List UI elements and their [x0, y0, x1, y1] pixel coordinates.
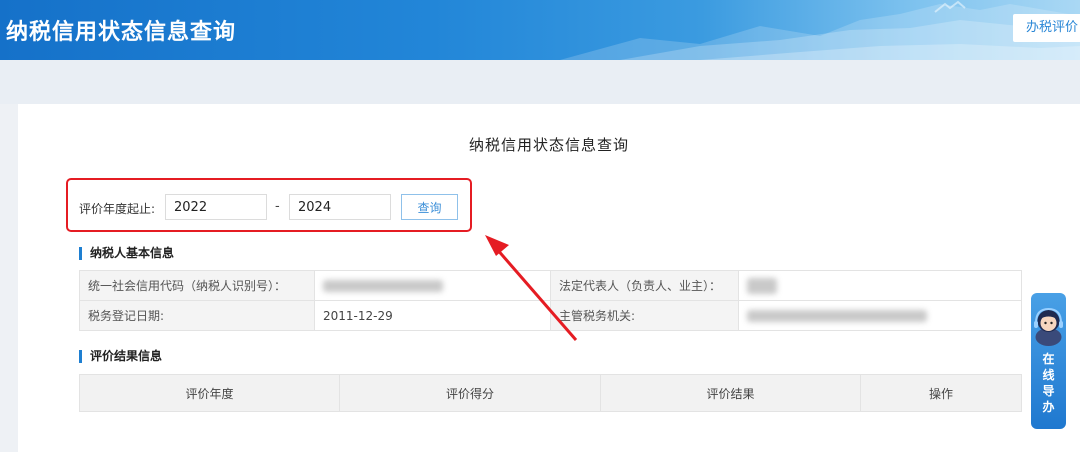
- end-year-input[interactable]: [289, 194, 391, 220]
- result-section-title: 评价结果信息: [79, 350, 162, 363]
- app-header: 纳税信用状态信息查询 办税评价: [0, 0, 1080, 60]
- column-header: 操作: [860, 374, 1022, 412]
- year-range-label: 评价年度起止:: [79, 202, 156, 216]
- start-year-input[interactable]: [165, 194, 267, 220]
- evaluation-result-table: 评价年度 评价得分 评价结果 操作: [79, 374, 1022, 412]
- online-service-label: 在 线 导 办: [1042, 352, 1055, 414]
- taxpayer-info-table: 统一社会信用代码（纳税人识别号）： 法定代表人（负责人、业主）： 税务登记日期:…: [79, 270, 1022, 331]
- column-header: 评价年度: [79, 374, 340, 412]
- year-separator: -: [275, 199, 280, 214]
- tax-authority-label: 主管税务机关:: [550, 300, 739, 331]
- tax-evaluation-button[interactable]: 办税评价: [1013, 14, 1080, 42]
- table-row: 统一社会信用代码（纳税人识别号）： 法定代表人（负责人、业主）：: [79, 270, 1022, 301]
- sub-banner: [0, 60, 1080, 104]
- customer-service-avatar-icon: [1034, 307, 1063, 346]
- page-title: 纳税信用状态信息查询: [468, 136, 629, 154]
- redacted-value: [747, 277, 777, 294]
- query-button[interactable]: 查询: [401, 194, 458, 220]
- main-card: 纳税信用状态信息查询 评价年度起止: - 查询 纳税人基本信息 统一社会信用代码…: [18, 104, 1080, 452]
- legal-rep-value: [738, 270, 1022, 301]
- table-header-row: 评价年度 评价得分 评价结果 操作: [79, 374, 1022, 412]
- redacted-value: [323, 280, 443, 292]
- registration-date-value: 2011-12-29: [314, 300, 551, 331]
- tax-authority-value: [738, 300, 1022, 331]
- app-title: 纳税信用状态信息查询: [6, 20, 237, 45]
- redacted-value: [747, 310, 927, 322]
- legal-rep-label: 法定代表人（负责人、业主）：: [550, 270, 739, 301]
- credit-code-label: 统一社会信用代码（纳税人识别号）：: [79, 270, 315, 301]
- column-header: 评价得分: [339, 374, 601, 412]
- table-row: 税务登记日期: 2011-12-29 主管税务机关:: [79, 300, 1022, 331]
- column-header: 评价结果: [600, 374, 861, 412]
- taxpayer-section-title: 纳税人基本信息: [79, 247, 174, 260]
- registration-date-label: 税务登记日期:: [79, 300, 315, 331]
- credit-code-value: [314, 270, 551, 301]
- online-service-widget[interactable]: 在 线 导 办: [1031, 293, 1066, 429]
